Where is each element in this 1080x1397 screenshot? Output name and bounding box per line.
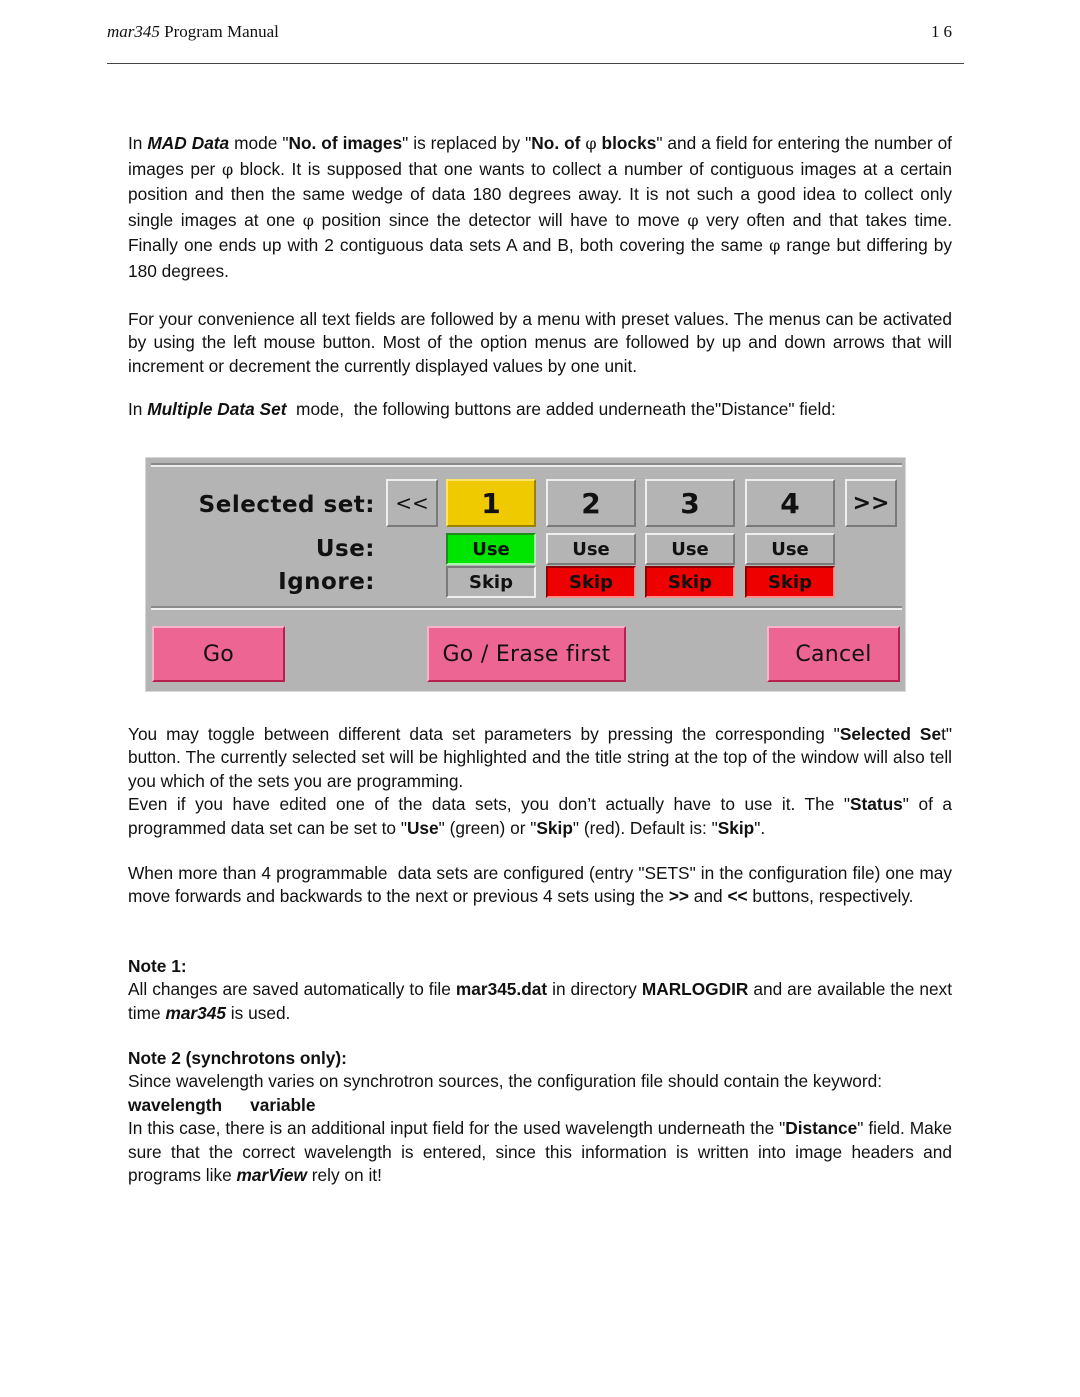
keyword-line: wavelength variable (128, 1094, 316, 1115)
phi-symbol: φ (221, 159, 234, 179)
go-button[interactable]: Go (152, 626, 285, 682)
paragraph-more-sets: When more than 4 programmable data sets … (128, 863, 957, 907)
set-3-button[interactable]: 3 (645, 479, 735, 527)
set-2-skip-button[interactable]: Skip (546, 566, 636, 598)
set-3-use-button[interactable]: Use (645, 533, 735, 565)
set-4-button[interactable]: 4 (745, 479, 835, 527)
manual-title: mar345 Program Manual (107, 22, 279, 41)
separator-top (151, 463, 902, 467)
set-3-skip-button[interactable]: Skip (645, 566, 735, 598)
set-1-button[interactable]: 1 (446, 479, 536, 527)
note-2: Note 2 (synchrotons only): Since wavelen… (128, 1048, 953, 1186)
set-2-button[interactable]: 2 (546, 479, 636, 527)
set-1-skip-button[interactable]: Skip (446, 566, 536, 598)
phi-symbol: φ (302, 210, 314, 230)
page-number: 16 (931, 22, 956, 41)
separator-bottom (151, 606, 902, 610)
set-2-use-button[interactable]: Use (546, 533, 636, 565)
paragraph-multiple-data-set: In Multiple Data Set mode, the following… (128, 399, 836, 419)
phi-symbol: φ (585, 134, 597, 153)
use-label: Use: (315, 536, 375, 562)
go-erase-first-button[interactable]: Go / Erase first (427, 626, 626, 682)
note-1-heading: Note 1: (128, 956, 187, 976)
previous-sets-button[interactable]: << (386, 479, 438, 527)
note-1: Note 1: All changes are saved automatica… (128, 956, 952, 1023)
phi-symbol: φ (687, 210, 699, 230)
phi-symbol: φ (769, 236, 781, 256)
set-1-use-button[interactable]: Use (446, 533, 536, 565)
header-rule (107, 63, 964, 64)
ignore-label: Ignore: (278, 569, 375, 595)
multiple-data-set-panel: Selected set: Use: Ignore: << 1 2 3 4 >>… (145, 457, 906, 692)
set-4-skip-button[interactable]: Skip (745, 566, 835, 598)
selected-set-label: Selected set: (198, 492, 375, 518)
double-chevron-left-icon: << (395, 491, 429, 515)
paragraph-convenience: For your convenience all text fields are… (128, 309, 952, 376)
set-4-use-button[interactable]: Use (745, 533, 835, 565)
cancel-button[interactable]: Cancel (767, 626, 900, 682)
note-2-heading: Note 2 (synchrotons only): (128, 1048, 347, 1068)
paragraph-mad-data: In MAD Data mode "No. of images" is repl… (128, 133, 952, 281)
page-header: mar345 Program Manual 16 (107, 22, 964, 44)
next-sets-button[interactable]: >> (845, 479, 897, 527)
double-chevron-right-icon: >> (852, 490, 890, 516)
paragraph-toggle-sets: You may toggle between different data se… (128, 724, 952, 838)
